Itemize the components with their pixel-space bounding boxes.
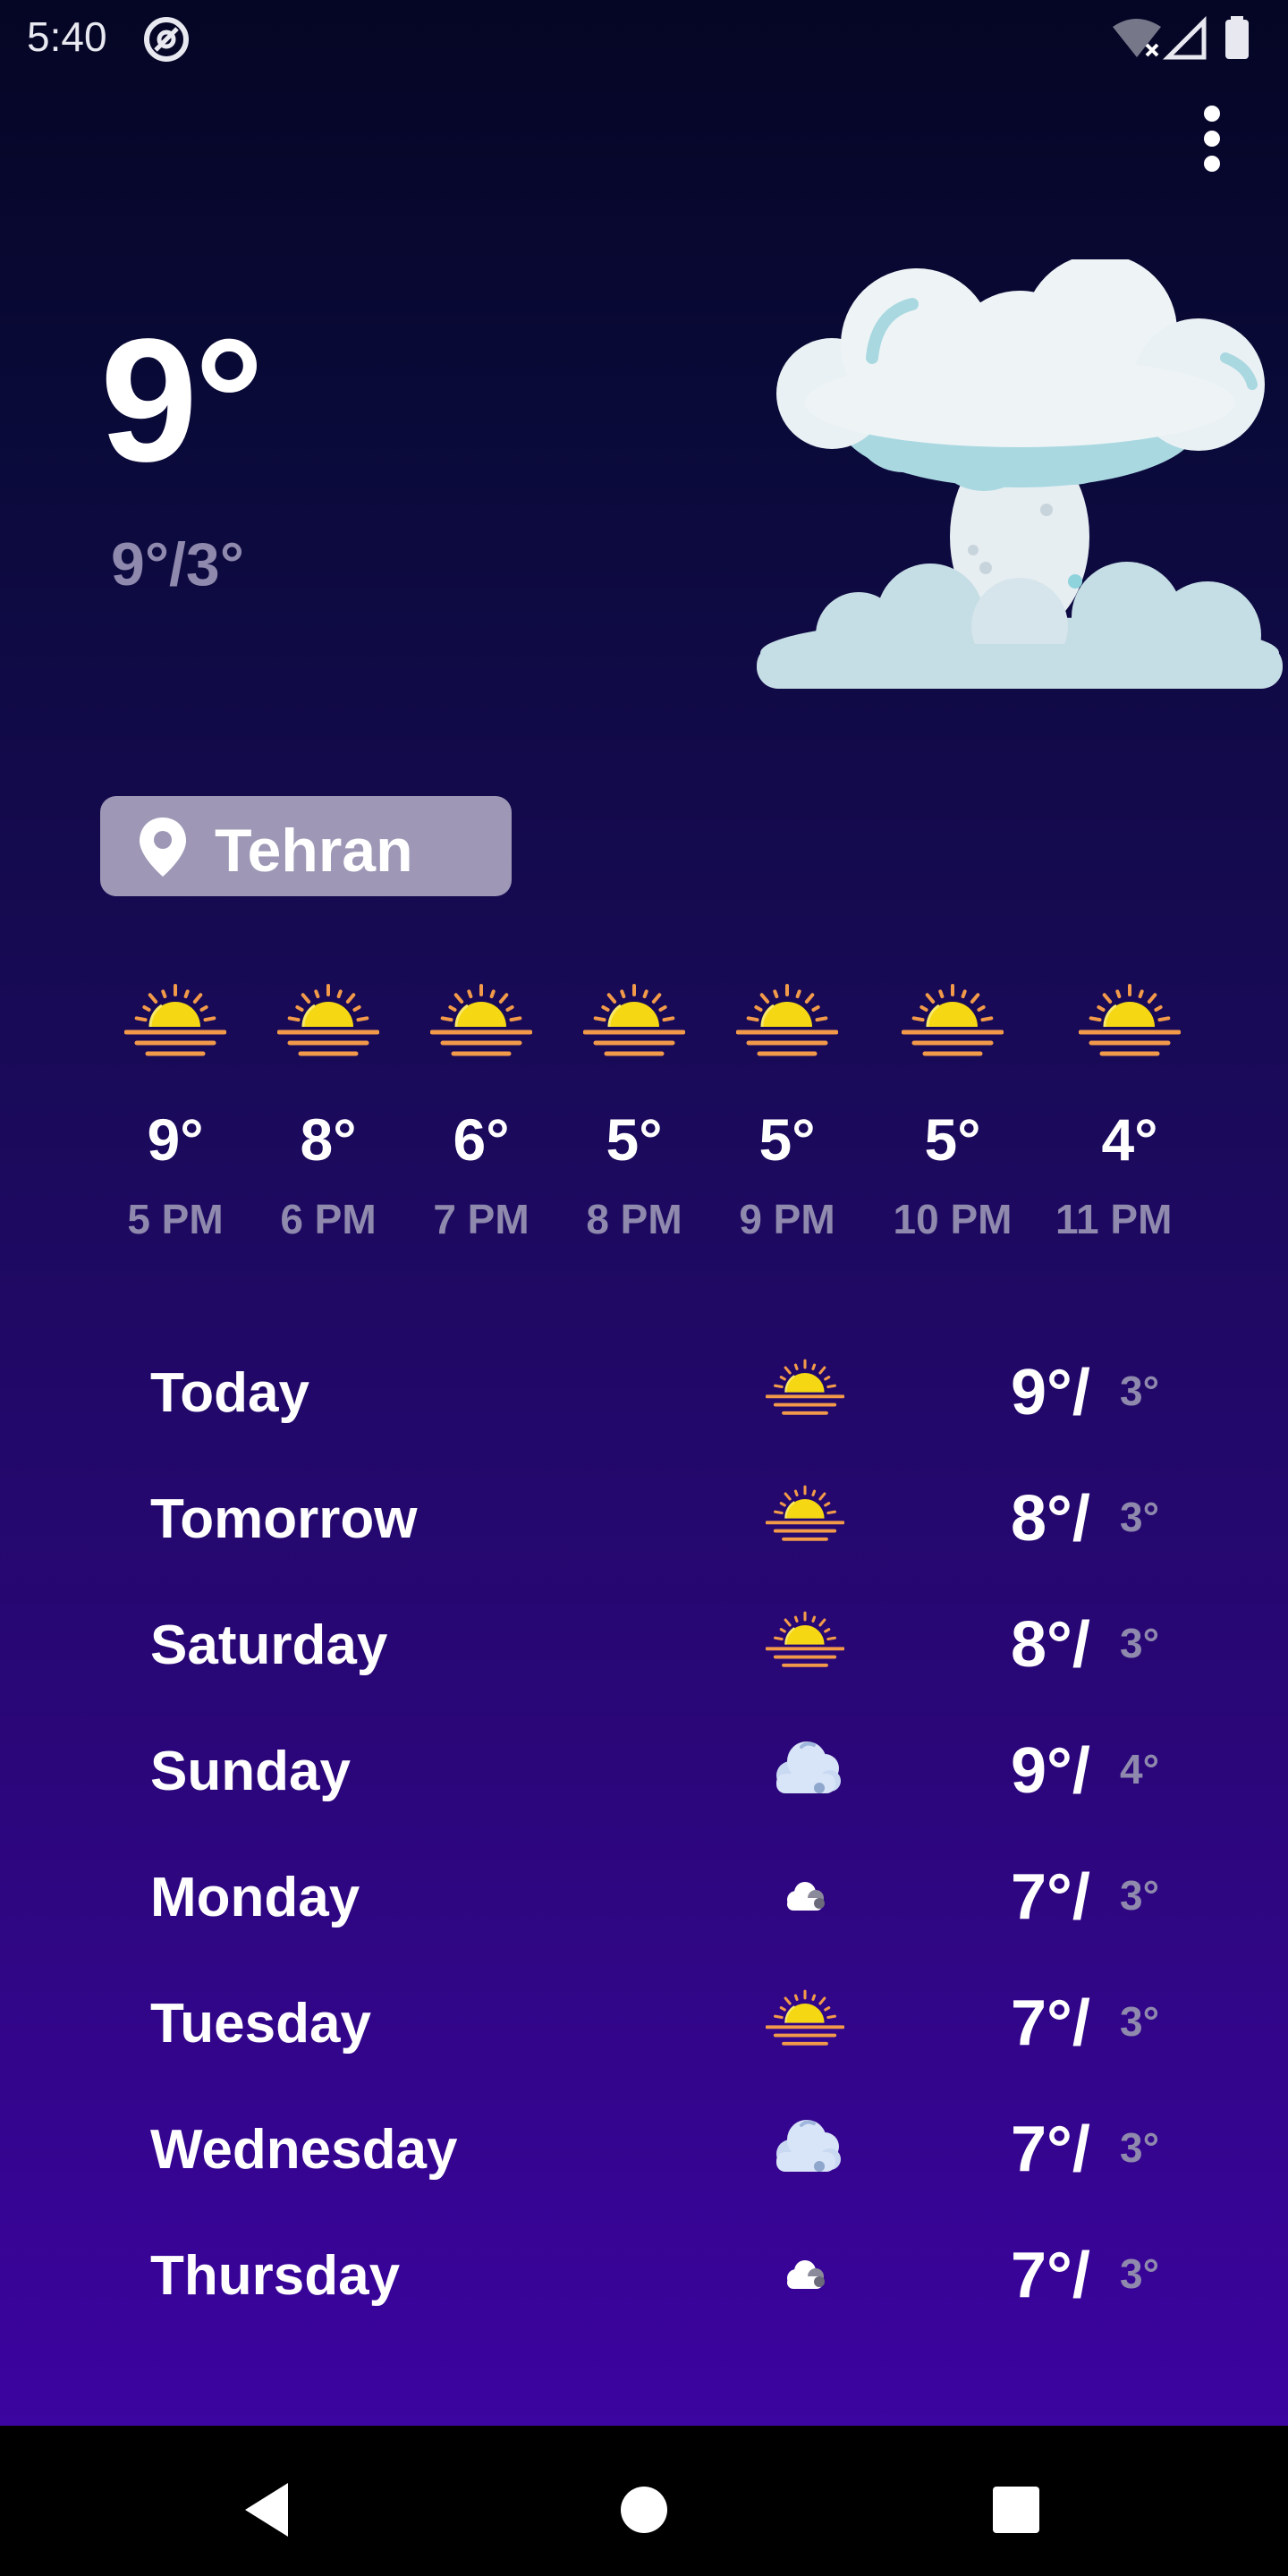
recents-icon[interactable]: [980, 2474, 1052, 2546]
hourly-forecast[interactable]: 9° 5 PM 8° 6 PM 6° 7 PM 5° 8 PM 5° 9 PM …: [0, 966, 1288, 1270]
day-low: 3°: [1120, 2250, 1159, 2297]
overflow-menu-icon[interactable]: [1190, 95, 1234, 184]
location-pin-icon: [140, 818, 186, 877]
daily-row[interactable]: Monday 7°/ 3°: [0, 1828, 1288, 1954]
hourly-time: 6 PM: [280, 1196, 377, 1242]
day-low: 4°: [1120, 1746, 1159, 1792]
daily-row[interactable]: Tomorrow 8°/ 3°: [0, 1450, 1288, 1576]
sunset-icon: [583, 984, 685, 1056]
hourly-time: 9 PM: [739, 1196, 835, 1242]
hourly-time: 11 PM: [1055, 1196, 1173, 1242]
sunset-icon: [1079, 984, 1181, 1056]
day-low: 3°: [1120, 1872, 1159, 1919]
hourly-temp: 5°: [606, 1106, 663, 1173]
daily-row[interactable]: Tuesday 7°/ 3°: [0, 1954, 1288, 2080]
current-temperature: 9°: [100, 302, 264, 498]
cloud-icon: [757, 259, 1283, 689]
day-name: Today: [150, 1362, 309, 1424]
hourly-time: 10 PM: [893, 1196, 1013, 1242]
hourly-item[interactable]: 5° 9 PM: [720, 966, 854, 1270]
day-low: 3°: [1120, 1494, 1159, 1540]
hourly-temp: 4°: [1101, 1106, 1158, 1173]
cloud-icon: [776, 1741, 841, 1793]
day-high: 9°/: [1011, 1735, 1090, 1807]
home-icon[interactable]: [608, 2474, 680, 2546]
high-low-range: 9°/3°: [111, 530, 244, 598]
cloud-icon: [776, 2120, 841, 2172]
at-sign-icon: [144, 17, 189, 62]
daily-row[interactable]: Today 9°/ 3°: [0, 1324, 1288, 1450]
sunset-icon: [902, 984, 1004, 1056]
day-name: Tomorrow: [150, 1488, 418, 1550]
day-name: Sunday: [150, 1741, 351, 1802]
hourly-item[interactable]: 6° 7 PM: [414, 966, 548, 1270]
hourly-item[interactable]: 4° 11 PM: [1055, 966, 1197, 1270]
hourly-item[interactable]: 9° 5 PM: [108, 966, 242, 1270]
status-time: 5:40: [27, 13, 107, 60]
hourly-temp: 6°: [453, 1106, 510, 1173]
day-high: 8°/: [1011, 1609, 1090, 1681]
menu-dot: [1204, 156, 1220, 172]
sunset-icon: [430, 984, 532, 1056]
sunset-icon: [736, 984, 838, 1056]
day-high: 7°/: [1011, 1861, 1090, 1933]
day-high: 9°/: [1011, 1357, 1090, 1428]
hourly-item[interactable]: 8° 6 PM: [261, 966, 395, 1270]
hourly-time: 5 PM: [127, 1196, 224, 1242]
battery-icon: [1225, 20, 1249, 59]
hourly-temp: 9°: [147, 1106, 204, 1173]
back-icon[interactable]: [233, 2474, 304, 2546]
daily-row[interactable]: Sunday 9°/ 4°: [0, 1702, 1288, 1828]
sunset-icon: [124, 984, 226, 1056]
day-name: Wednesday: [150, 2119, 458, 2181]
day-name: Monday: [150, 1867, 360, 1928]
hourly-temp: 5°: [758, 1106, 816, 1173]
daily-row[interactable]: Wednesday 7°/ 3°: [0, 2080, 1288, 2207]
day-low: 3°: [1120, 1998, 1159, 2045]
sunset-icon: [766, 1485, 844, 1541]
location-name: Tehran: [215, 817, 413, 885]
day-high: 7°/: [1011, 2114, 1090, 2185]
day-high: 8°/: [1011, 1483, 1090, 1555]
day-high: 7°/: [1011, 1987, 1090, 2059]
day-low: 3°: [1120, 1620, 1159, 1666]
day-low: 3°: [1120, 2124, 1159, 2171]
daily-row[interactable]: Saturday 8°/ 3°: [0, 1576, 1288, 1702]
day-low: 3°: [1120, 1368, 1159, 1414]
day-name: Tuesday: [150, 1993, 371, 2055]
sunset-icon: [766, 1359, 844, 1415]
navigation-bar: [0, 2426, 1288, 2576]
daily-row[interactable]: Thursday 7°/ 3°: [0, 2207, 1288, 2333]
day-high: 7°/: [1011, 2240, 1090, 2311]
location-chip[interactable]: Tehran: [100, 796, 512, 896]
sunset-icon: [766, 1989, 844, 2046]
small-cloud-icon: [787, 1882, 825, 1911]
sunset-icon: [766, 1611, 844, 1667]
day-name: Thursday: [150, 2245, 401, 2307]
hourly-time: 7 PM: [433, 1196, 530, 1242]
menu-dot: [1204, 106, 1220, 122]
hourly-temp: 8°: [300, 1106, 357, 1173]
sunset-icon: [277, 984, 379, 1056]
status-indicators: [1113, 16, 1249, 60]
hourly-item[interactable]: 5° 8 PM: [567, 966, 701, 1270]
wifi-off-icon: [1113, 19, 1161, 57]
cell-signal-icon: [1162, 16, 1207, 60]
day-name: Saturday: [150, 1614, 388, 1676]
small-cloud-icon: [787, 2260, 825, 2289]
hourly-item[interactable]: 5° 10 PM: [886, 966, 1020, 1270]
hourly-time: 8 PM: [586, 1196, 682, 1242]
hourly-temp: 5°: [924, 1106, 981, 1173]
weather-screen: 5:40 9° 9°/3° Tehran 9° 5 PM 8° 6 PM 6° …: [0, 0, 1288, 2426]
menu-dot: [1204, 131, 1220, 147]
